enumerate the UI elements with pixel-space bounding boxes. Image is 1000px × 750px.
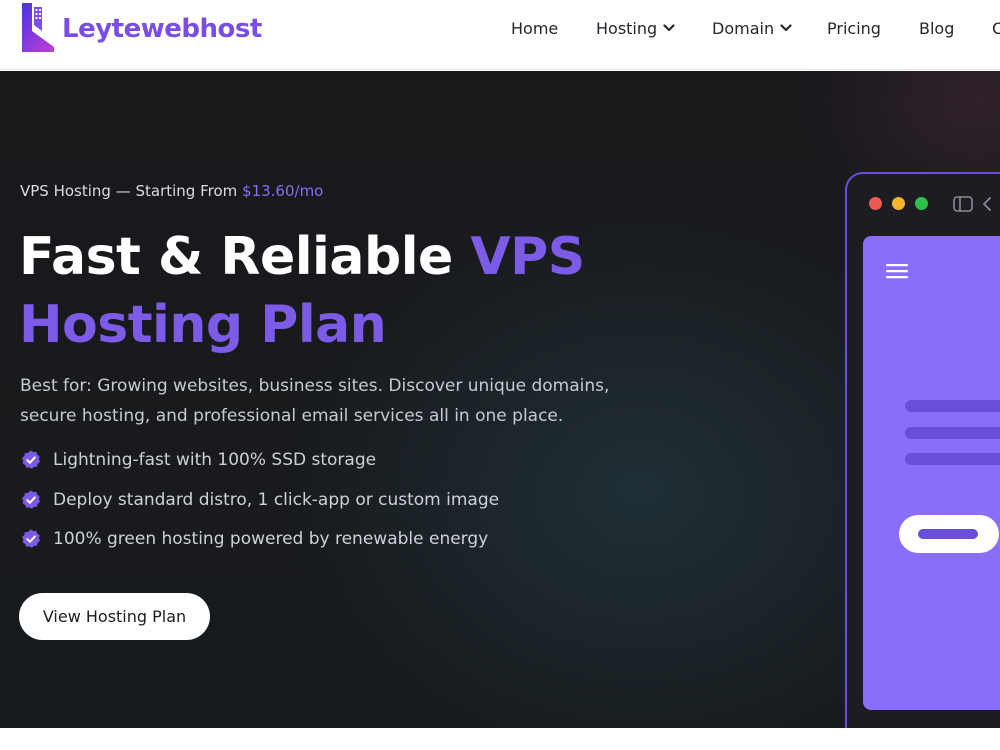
nav-item-label: Home	[511, 18, 559, 38]
feature-text: Lightning-fast with 100% SSD storage	[53, 450, 377, 470]
chevron-down-icon	[780, 24, 792, 32]
nav-item-blog[interactable]: Blog	[919, 17, 954, 39]
nav-item-pricing[interactable]: Pricing	[827, 17, 881, 39]
window-minimize-dot	[892, 197, 905, 210]
hamburger-menu-icon	[886, 264, 908, 279]
feature-text: Deploy standard distro, 1 click-app or c…	[53, 490, 500, 510]
hero-description: Best for: Growing websites, business sit…	[20, 376, 610, 426]
hero-headline: Fast & Reliable VPS Hosting Plan	[19, 223, 639, 359]
nav-item-label: C	[992, 18, 1000, 38]
nav-item-label: Pricing	[827, 18, 881, 38]
list-item: Deploy standard distro, 1 click-app or c…	[20, 486, 499, 514]
sidebar-toggle-icon	[953, 196, 973, 212]
nav-item-label: Blog	[919, 18, 955, 38]
verified-check-badge-icon	[22, 490, 40, 509]
verified-check-badge-icon	[22, 529, 40, 548]
subline-prefix: VPS Hosting — Starting From	[20, 182, 243, 200]
chevron-down-icon	[663, 24, 675, 32]
next-section-edge	[0, 728, 1000, 750]
headline-white: Fast & Reliable	[19, 227, 471, 287]
nav-item-label: Hosting	[596, 18, 658, 38]
view-hosting-plan-button[interactable]: View Hosting Plan	[19, 593, 210, 640]
logo-mark-icon	[22, 3, 54, 52]
browser-mockup	[845, 172, 1000, 728]
logo[interactable]: Leytewebhost	[20, 1, 262, 53]
window-maximize-dot	[915, 197, 928, 210]
placeholder-text-bar	[905, 400, 1000, 412]
placeholder-text-bar	[905, 427, 1000, 439]
placeholder-button-label	[918, 529, 978, 539]
logo-text: Leytewebhost	[62, 14, 262, 44]
list-item: 100% green hosting powered by renewable …	[20, 525, 488, 553]
nav-item-label: Domain	[712, 18, 775, 38]
window-close-dot	[869, 197, 882, 210]
hero-subline: VPS Hosting — Starting From $13.60/mo	[20, 182, 323, 200]
nav-item-truncated[interactable]: C	[992, 17, 1000, 39]
feature-text: 100% green hosting powered by renewable …	[53, 529, 489, 549]
list-item: Lightning-fast with 100% SSD storage	[20, 446, 376, 474]
verified-check-badge-icon	[22, 450, 40, 469]
starting-price: $13.60/mo	[242, 182, 324, 200]
mockup-screen	[863, 236, 1000, 710]
hero-section: VPS Hosting — Starting From $13.60/mo Fa…	[0, 71, 1000, 728]
nav-item-hosting[interactable]: Hosting	[596, 17, 675, 39]
placeholder-button	[899, 515, 999, 553]
nav-item-home[interactable]: Home	[511, 17, 558, 39]
site-header: Leytewebhost Home Hosting Domain Pricing…	[0, 0, 1000, 70]
nav-item-domain[interactable]: Domain	[712, 17, 792, 39]
placeholder-text-bar	[905, 453, 1000, 465]
back-chevron-icon	[983, 197, 991, 211]
